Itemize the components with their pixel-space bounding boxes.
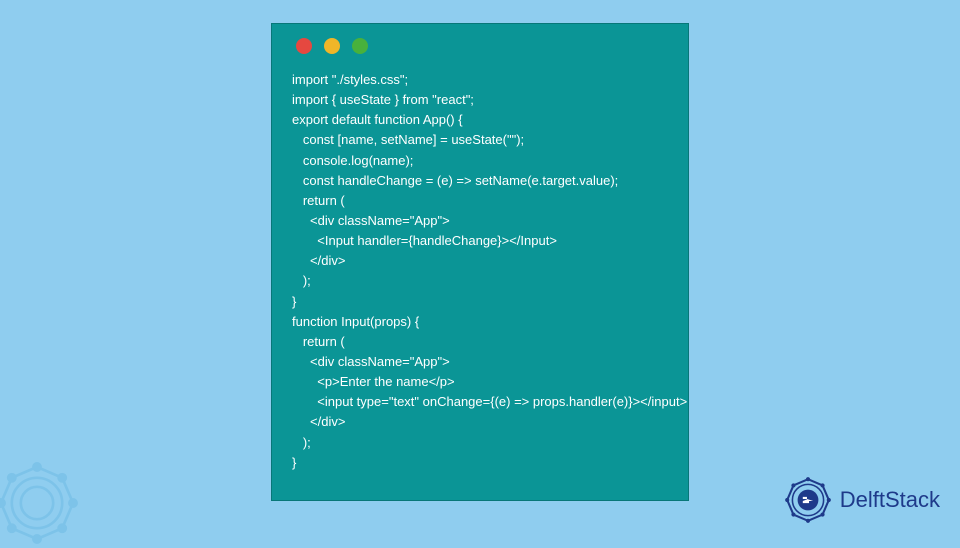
code-line: </div> — [292, 412, 668, 432]
code-line: <Input handler={handleChange}></Input> — [292, 231, 668, 251]
code-line: function Input(props) { — [292, 312, 668, 332]
code-line: const [name, setName] = useState(""); — [292, 130, 668, 150]
brand-logo: DelftStack — [782, 474, 940, 526]
code-line: <p>Enter the name</p> — [292, 372, 668, 392]
minimize-icon — [324, 38, 340, 54]
code-line: ); — [292, 271, 668, 291]
close-icon — [296, 38, 312, 54]
code-line: return ( — [292, 191, 668, 211]
delftstack-watermark-icon — [0, 458, 82, 548]
code-line: ); — [292, 433, 668, 453]
code-line: const handleChange = (e) => setName(e.ta… — [292, 171, 668, 191]
brand-name: DelftStack — [840, 487, 940, 513]
code-line: </div> — [292, 251, 668, 271]
code-line: } — [292, 453, 668, 473]
code-line: console.log(name); — [292, 151, 668, 171]
maximize-icon — [352, 38, 368, 54]
code-line: <div className="App"> — [292, 352, 668, 372]
code-line: <input type="text" onChange={(e) => prop… — [292, 392, 668, 412]
code-line: } — [292, 292, 668, 312]
code-line: <div className="App"> — [292, 211, 668, 231]
code-line: return ( — [292, 332, 668, 352]
code-content: import "./styles.css"; import { useState… — [292, 70, 668, 473]
delftstack-emblem-icon — [782, 474, 834, 526]
window-buttons — [296, 38, 668, 54]
code-block: import "./styles.css"; import { useState… — [271, 23, 689, 501]
code-line: import "./styles.css"; — [292, 70, 668, 90]
code-line: import { useState } from "react"; — [292, 90, 668, 110]
code-line: export default function App() { — [292, 110, 668, 130]
